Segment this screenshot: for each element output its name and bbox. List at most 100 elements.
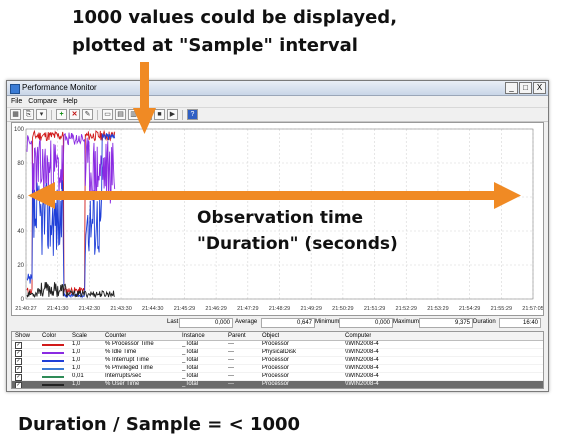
table-row[interactable]: ✓ 1,0 % Privileged Time _Total --- Processor \… bbox=[12, 365, 543, 373]
window-title: Performance Monitor bbox=[22, 83, 97, 92]
cell-scale: 1,0 bbox=[72, 349, 81, 355]
highlight-icon[interactable]: ✎ bbox=[82, 109, 93, 120]
show-checkbox[interactable]: ✓ bbox=[15, 350, 22, 357]
y-tick-label: 60 bbox=[17, 195, 24, 201]
caption-line-1: 1000 values could be displayed, bbox=[72, 7, 398, 28]
x-tick-label: 21:40:27 bbox=[15, 306, 36, 312]
cell-counter: % Interrupt Time bbox=[105, 357, 150, 363]
header-show[interactable]: Show bbox=[15, 332, 30, 340]
table-row[interactable]: ✓ 1,0 % Idle Time _Total --- PhysicalDisk \\WI… bbox=[12, 349, 543, 357]
y-tick-label: 100 bbox=[14, 127, 25, 133]
table-row[interactable]: ✓ 1,0 % User Time _Total --- Processor \\WIN20… bbox=[12, 381, 543, 388]
last-label: Last bbox=[167, 319, 179, 325]
y-tick-label: 80 bbox=[17, 161, 24, 167]
header-color[interactable]: Color bbox=[42, 332, 56, 340]
next-icon[interactable]: ▶ bbox=[167, 109, 178, 120]
caption-values-displayed: 1000 values could be displayed, plotted … bbox=[72, 4, 432, 60]
menu-help[interactable]: Help bbox=[63, 96, 77, 107]
color-swatch bbox=[42, 344, 64, 346]
cell-parent: --- bbox=[228, 381, 234, 387]
x-tick-label: 21:57:05 bbox=[522, 306, 543, 312]
copy-icon[interactable]: ⎘ bbox=[23, 109, 34, 120]
show-checkbox[interactable]: ✓ bbox=[15, 374, 22, 381]
minimum-value: 0,000 bbox=[339, 318, 393, 328]
observation-line-2: "Duration" (seconds) bbox=[197, 234, 398, 254]
x-tick-label: 21:50:29 bbox=[332, 306, 353, 312]
toolbar-separator bbox=[182, 109, 183, 120]
toolbar-separator bbox=[51, 109, 52, 120]
cell-computer: \\WIN2008-4 bbox=[345, 381, 379, 387]
menu-file[interactable]: File bbox=[11, 96, 22, 107]
help-icon[interactable]: ? bbox=[187, 109, 198, 120]
menu-compare[interactable]: Compare bbox=[28, 96, 57, 107]
x-tick-label: 21:54:29 bbox=[459, 306, 480, 312]
cell-scale: 1,0 bbox=[72, 381, 81, 387]
show-checkbox[interactable]: ✓ bbox=[15, 382, 22, 388]
x-tick-label: 21:44:30 bbox=[142, 306, 163, 312]
last-value: 0,000 bbox=[179, 318, 233, 328]
header-scale[interactable]: Scale bbox=[72, 332, 87, 340]
paste-icon[interactable]: ▤ bbox=[115, 109, 126, 120]
cell-counter: Interrupts/sec bbox=[105, 373, 142, 379]
counter-table-header: Show Color Scale Counter Instance Parent… bbox=[12, 332, 543, 341]
cell-parent: --- bbox=[228, 349, 234, 355]
show-checkbox[interactable]: ✓ bbox=[15, 342, 22, 349]
delete-counter-icon[interactable]: ✕ bbox=[69, 109, 80, 120]
counter-rows: ✓ 1,0 % Processor Time _Total --- Processor \\… bbox=[12, 341, 543, 388]
properties-icon[interactable]: ▥ bbox=[128, 109, 139, 120]
cell-instance: _Total bbox=[182, 381, 199, 387]
y-tick-label: 20 bbox=[17, 263, 24, 269]
color-swatch bbox=[42, 352, 64, 354]
observation-line-1: Observation time bbox=[197, 208, 364, 228]
color-swatch bbox=[42, 360, 64, 362]
cell-scale: 0,01 bbox=[72, 373, 84, 379]
cell-instance: _Total bbox=[182, 365, 199, 371]
header-counter[interactable]: Counter bbox=[105, 332, 126, 340]
title-bar[interactable]: Performance Monitor _ □ X bbox=[7, 81, 548, 96]
x-tick-label: 21:52:29 bbox=[396, 306, 417, 312]
header-parent[interactable]: Parent bbox=[228, 332, 246, 340]
duration-value: 16:40 bbox=[499, 318, 541, 328]
cell-object: Processor bbox=[262, 357, 290, 363]
duration-label: Duration bbox=[473, 319, 496, 325]
color-swatch bbox=[42, 384, 64, 386]
x-tick-label: 21:47:29 bbox=[237, 306, 258, 312]
close-button[interactable]: X bbox=[533, 82, 546, 94]
copy-properties-icon[interactable]: ▭ bbox=[102, 109, 113, 120]
x-tick-label: 21:55:29 bbox=[491, 306, 512, 312]
cell-parent: --- bbox=[228, 365, 234, 371]
duration-sample-caption: Duration / Sample = < 1000 bbox=[18, 414, 301, 435]
show-checkbox[interactable]: ✓ bbox=[15, 366, 22, 373]
zoom-icon[interactable]: ⌕ bbox=[141, 109, 152, 120]
header-computer[interactable]: Computer bbox=[345, 332, 371, 340]
cell-instance: _Total bbox=[182, 341, 199, 347]
maximum-label: Maximum bbox=[393, 319, 420, 325]
header-object[interactable]: Object bbox=[262, 332, 279, 340]
show-checkbox[interactable]: ✓ bbox=[15, 358, 22, 365]
minimum-label: Minimum bbox=[315, 319, 340, 325]
cell-counter: % User Time bbox=[105, 381, 140, 387]
table-row[interactable]: ✓ 0,01 Interrupts/sec _Total --- Processor \\W… bbox=[12, 373, 543, 381]
observation-annotation: Observation time "Duration" (seconds) bbox=[197, 205, 427, 257]
cell-object: Processor bbox=[262, 373, 290, 379]
caption-line-2: plotted at "Sample" interval bbox=[72, 35, 358, 56]
cell-instance: _Total bbox=[182, 349, 199, 355]
x-tick-label: 21:51:29 bbox=[364, 306, 385, 312]
header-instance[interactable]: Instance bbox=[182, 332, 205, 340]
cell-parent: --- bbox=[228, 373, 234, 379]
minimize-button[interactable]: _ bbox=[505, 82, 518, 94]
maximize-button[interactable]: □ bbox=[519, 82, 532, 94]
toolbar-separator bbox=[97, 109, 98, 120]
cell-computer: \\WIN2008-4 bbox=[345, 373, 379, 379]
cell-scale: 1,0 bbox=[72, 365, 81, 371]
graph-type-icon[interactable]: ▦ bbox=[10, 109, 21, 120]
cell-parent: --- bbox=[228, 341, 234, 347]
add-counter-icon[interactable]: + bbox=[56, 109, 67, 120]
cell-scale: 1,0 bbox=[72, 357, 81, 363]
x-tick-label: 21:45:29 bbox=[174, 306, 195, 312]
view-icon[interactable]: ▾ bbox=[36, 109, 47, 120]
cell-computer: \\WIN2008-4 bbox=[345, 357, 379, 363]
table-row[interactable]: ✓ 1,0 % Processor Time _Total --- Processor \\… bbox=[12, 341, 543, 349]
stop-icon[interactable]: ■ bbox=[154, 109, 165, 120]
table-row[interactable]: ✓ 1,0 % Interrupt Time _Total --- Processor \\… bbox=[12, 357, 543, 365]
